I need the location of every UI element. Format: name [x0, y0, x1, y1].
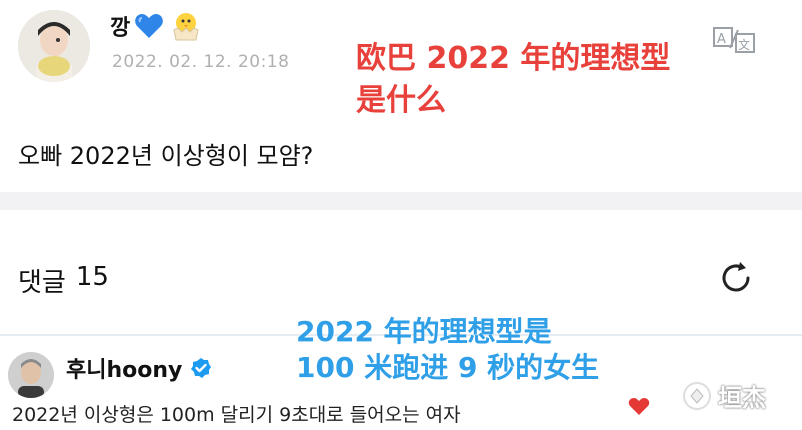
comment-author-avatar[interactable] — [8, 352, 54, 398]
hatching-chick-icon — [168, 10, 204, 42]
post-body-text: 오빠 2022년 이상형이 모얌? — [18, 142, 314, 170]
comments-label: 댓글 — [18, 268, 66, 298]
post-timestamp: 2022. 02. 12. 20:18 — [112, 52, 290, 72]
caption-red-line-2: 是什么 — [356, 83, 446, 118]
watermark-logo-icon — [683, 381, 711, 410]
post-author-avatar[interactable] — [18, 10, 90, 82]
comment-username[interactable]: 후니hoony — [66, 352, 212, 384]
caption-blue-line-2: 100 米跑进 9 秒的女生 — [296, 351, 600, 384]
caption-red-line-1: 欧巴 2022 年的理想型 — [356, 41, 671, 76]
username-text: 깡 — [110, 16, 131, 41]
translate-icon[interactable]: A 文 — [712, 24, 758, 54]
svg-text:A: A — [717, 32, 726, 47]
heart-emoji-icon — [628, 398, 650, 416]
comment-text: 2022년 이상형은 100m 달리기 9초대로 들어오는 여자 — [12, 404, 461, 426]
caption-overlay-red: 欧巴 2022 年的理想型 是什么 — [356, 38, 670, 122]
comments-count: 15 — [75, 262, 109, 292]
caption-blue-line-1: 2022 年的理想型是 — [296, 315, 552, 348]
refresh-icon[interactable] — [716, 258, 756, 298]
verified-badge-icon — [190, 357, 212, 379]
post-username[interactable]: 깡 — [110, 10, 204, 42]
caption-overlay-blue: 2022 年的理想型是 100 米跑进 9 秒的女生 — [296, 314, 599, 386]
svg-text:文: 文 — [738, 37, 750, 52]
comments-header: 댓글 15 — [18, 262, 109, 299]
blue-heart-icon — [134, 12, 164, 40]
watermark: 垣杰 — [682, 378, 766, 413]
post-card: 깡 2022. 02. 12. 20:18 A 文 欧巴 2022 年的理想型 … — [0, 0, 802, 192]
watermark-text: 垣杰 — [718, 384, 766, 412]
comment-username-text: 후니hoony — [66, 358, 183, 383]
section-divider — [0, 192, 802, 210]
